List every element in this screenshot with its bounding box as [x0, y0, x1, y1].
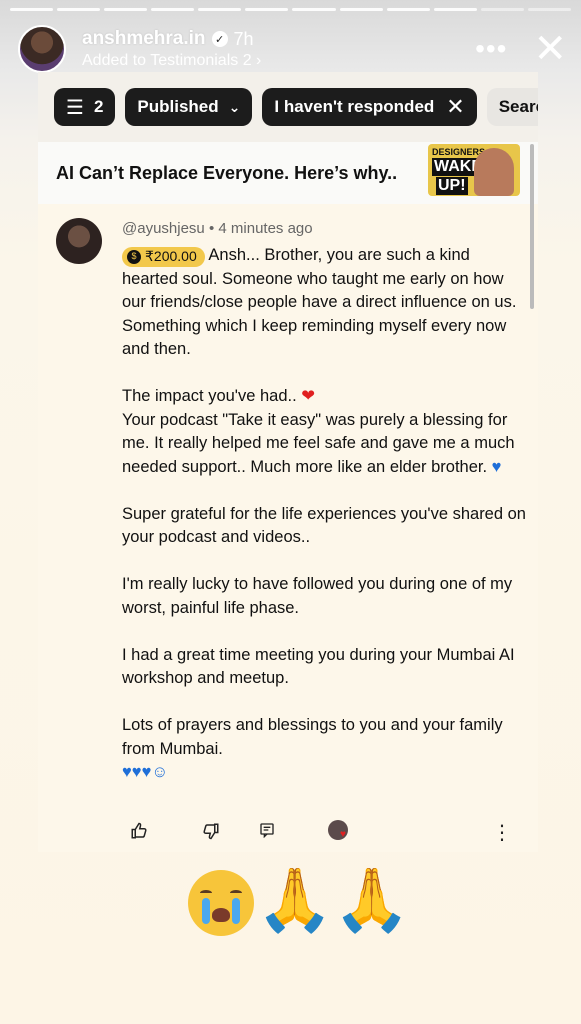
emoji-row: ♥♥♥☺ [122, 763, 169, 781]
comment-paragraph: I had a great time meeting you during yo… [122, 645, 515, 688]
not-responded-chip[interactable]: I haven't responded ✕ [262, 88, 477, 126]
thumb-text-3: UP! [436, 177, 468, 195]
progress-segment [10, 8, 54, 11]
comment-text: Lots of prayers and blessings to you and… [122, 716, 503, 758]
comment-paragraph: $ ₹200.00 Ansh... Brother, you are such a… [122, 244, 527, 362]
highlight-name: Testimonials 2 [150, 52, 252, 69]
super-amount: ₹200.00 [145, 248, 197, 264]
progress-segment [57, 8, 101, 11]
video-title: AI Can’t Replace Everyone. Here’s why.. [56, 162, 398, 183]
shared-comment-card: ☰ 2 Published ⌄ I haven't responded ✕ Se… [38, 72, 538, 852]
comment-time: 4 minutes ago [218, 220, 313, 237]
comment-meta: @ayushjesu • 4 minutes ago [122, 220, 313, 237]
comment-paragraph: Super grateful for the life experiences … [122, 504, 526, 547]
dislike-icon[interactable] [202, 822, 220, 845]
meta-separator: • [208, 220, 215, 237]
highlight-subline[interactable]: Added to Testimonials 2 › [82, 52, 261, 70]
progress-segment [386, 8, 430, 11]
comment-text: The impact you've had.. [122, 387, 297, 405]
creator-heart-icon: ♥ [340, 829, 346, 840]
story-header: anshmehra.in ✓ 7h Added to Testimonials … [18, 24, 567, 74]
progress-segment [104, 8, 148, 11]
not-responded-label: I haven't responded [274, 97, 435, 116]
commenter-handle[interactable]: @ayushjesu [122, 220, 205, 237]
progress-segment [292, 8, 336, 11]
comment-paragraph: The impact you've had.. ❤ Your podcast "T… [122, 385, 527, 479]
like-icon[interactable] [130, 822, 148, 845]
comment-paragraph: Lots of prayers and blessings to you and… [122, 716, 503, 781]
chevron-down-icon: ⌄ [228, 98, 241, 115]
post-time: 7h [233, 28, 254, 49]
story-progress [10, 8, 571, 11]
published-label: Published [137, 97, 219, 116]
header-controls: ••• ✕ [475, 29, 567, 69]
comment-actions: ♥ ⋮ [38, 816, 538, 852]
progress-segment [480, 8, 524, 11]
progress-segment [198, 8, 242, 11]
progress-segment [433, 8, 477, 11]
search-label: Search [498, 97, 538, 116]
comment-more-icon[interactable]: ⋮ [492, 820, 512, 845]
reaction-sticker: 🙏🙏 [188, 870, 410, 936]
thumb-face [474, 148, 514, 196]
header-text: anshmehra.in ✓ 7h Added to Testimonials … [82, 28, 261, 70]
super-thanks-icon: $ [127, 249, 141, 264]
blue-heart-icon: ♥ [491, 457, 502, 476]
reply-icon[interactable] [259, 822, 275, 843]
close-icon[interactable]: ✕ [533, 29, 567, 69]
published-chip[interactable]: Published ⌄ [125, 88, 253, 126]
subline-prefix: Added to [82, 52, 147, 69]
filter-count-chip[interactable]: ☰ 2 [54, 88, 116, 126]
avatar[interactable] [18, 25, 66, 73]
crying-face-icon [188, 870, 254, 936]
sliders-icon: ☰ [66, 96, 84, 119]
username[interactable]: anshmehra.in [82, 28, 206, 50]
search-chip[interactable]: Search [486, 88, 538, 126]
more-options-icon[interactable]: ••• [475, 35, 507, 63]
video-thumbnail[interactable]: DESIGNERS WAKE UP! [428, 144, 520, 196]
progress-segment [527, 8, 571, 11]
verified-icon: ✓ [211, 31, 228, 47]
header-row: anshmehra.in ✓ 7h [82, 28, 261, 50]
super-thanks-badge: $ ₹200.00 [122, 246, 205, 267]
comment-paragraph: I'm really lucky to have followed you du… [122, 575, 513, 617]
comment-body: $ ₹200.00 Ansh... Brother, you are such a… [122, 244, 527, 785]
filter-chips: ☰ 2 Published ⌄ I haven't responded ✕ Se… [38, 72, 538, 142]
progress-segment [151, 8, 195, 11]
red-heart-icon: ❤ [301, 387, 316, 405]
filter-count: 2 [93, 97, 104, 116]
clear-filter-icon[interactable]: ✕ [446, 94, 464, 120]
progress-segment [339, 8, 383, 11]
progress-segment [245, 8, 289, 11]
praying-hands-icon: 🙏🙏 [256, 866, 411, 935]
comment: @ayushjesu • 4 minutes ago $ ₹200.00 Ansh… [38, 204, 538, 852]
comment-text: Your podcast "Take it easy" was purely a… [122, 410, 515, 476]
commenter-avatar[interactable] [56, 218, 102, 264]
chevron-right-icon: › [256, 52, 262, 69]
